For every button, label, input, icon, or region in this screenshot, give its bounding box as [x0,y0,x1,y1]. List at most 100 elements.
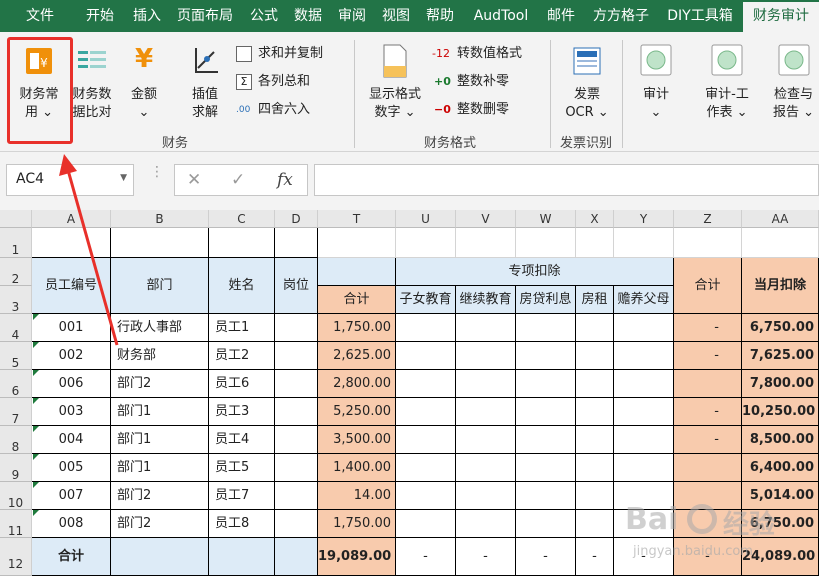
cell-deduction[interactable] [576,454,614,482]
cell-empty[interactable] [674,228,742,258]
tab-diy[interactable]: DIY工具箱 [660,0,740,32]
cell-deduction[interactable] [456,398,516,426]
column-header[interactable]: B [111,210,209,228]
tab-fangfang[interactable]: 方方格子 [586,0,656,32]
header-sub[interactable]: 继续教育 [456,286,516,314]
tab-home[interactable]: 开始 [76,0,124,32]
cell-deduction[interactable] [396,370,456,398]
cancel-icon[interactable]: ✕ [187,170,201,190]
cell-emp-id[interactable]: 005 [32,454,111,482]
row-header[interactable]: 12 [0,538,32,576]
cell-dept[interactable]: 部门1 [111,454,209,482]
header-sub[interactable]: 房贷利息 [516,286,576,314]
finance-compare-button[interactable]: 财务数 据比对 [66,40,118,124]
header-total2[interactable]: 合计 [674,258,742,314]
cell-deduction[interactable] [396,454,456,482]
cell-dept[interactable]: 部门1 [111,398,209,426]
cell-empty[interactable] [576,228,614,258]
cell-name[interactable]: 员工8 [209,510,275,538]
column-header[interactable]: Z [674,210,742,228]
cell-total[interactable]: 1,400.00 [318,454,396,482]
cell-monthly[interactable]: 7,625.00 [742,342,819,370]
invoice-ocr-button[interactable]: 发票 OCR ⌄ [558,40,616,124]
cell-deduction[interactable] [456,510,516,538]
formula-input[interactable] [314,164,819,196]
cell-emp-id[interactable]: 001 [32,314,111,342]
cell-deduction[interactable] [396,510,456,538]
column-header[interactable]: V [456,210,516,228]
cell-dept[interactable]: 部门2 [111,482,209,510]
cell-dept[interactable]: 部门2 [111,370,209,398]
cell-deduction[interactable] [614,314,674,342]
total-label[interactable]: 合计 [32,538,111,576]
cell-name[interactable]: 员工2 [209,342,275,370]
cell-deduction[interactable] [576,510,614,538]
column-header[interactable]: Y [614,210,674,228]
row-header[interactable]: 10 [0,482,32,510]
row-header[interactable]: 6 [0,370,32,398]
header-t-top[interactable] [318,258,396,286]
cell-emp-id[interactable]: 004 [32,426,111,454]
total-empty[interactable] [209,538,275,576]
total-dash[interactable]: - [456,538,516,576]
cell-post[interactable] [275,482,318,510]
cell-deduction[interactable] [614,398,674,426]
name-box[interactable]: AC4 ▼ [6,164,134,196]
cell-monthly[interactable]: 10,250.00 [742,398,819,426]
round-button[interactable]: .00 四舍六入 [236,100,346,120]
select-all-corner[interactable] [0,210,32,228]
row-header[interactable]: 3 [0,286,32,314]
column-header[interactable]: D [275,210,318,228]
header-special[interactable]: 专项扣除 [396,258,674,286]
cell-post[interactable] [275,510,318,538]
column-header[interactable]: A [32,210,111,228]
cell-post[interactable] [275,398,318,426]
display-format-button[interactable]: 显示格式 数字 ⌄ [362,40,428,124]
cell-total2[interactable] [674,454,742,482]
total-dash[interactable]: - [516,538,576,576]
cell-name[interactable]: 员工4 [209,426,275,454]
cell-empty[interactable] [209,228,275,258]
cell-post[interactable] [275,342,318,370]
cell-deduction[interactable] [516,426,576,454]
cell-dept[interactable]: 部门2 [111,510,209,538]
audit-button[interactable]: 审计 ⌄ [630,40,682,124]
cell-deduction[interactable] [516,454,576,482]
header-sub[interactable]: 赡养父母 [614,286,674,314]
row-header[interactable]: 8 [0,426,32,454]
tab-help[interactable]: 帮助 [419,0,461,32]
drag-handle-icon[interactable]: ⋮ [150,165,164,192]
header-monthly[interactable]: 当月扣除 [742,258,819,314]
cell-total2[interactable]: - [674,398,742,426]
cell-deduction[interactable] [576,342,614,370]
cell-deduction[interactable] [576,370,614,398]
header-name[interactable]: 姓名 [209,258,275,314]
column-header[interactable]: W [516,210,576,228]
cell-empty[interactable] [614,228,674,258]
cell-emp-id[interactable]: 007 [32,482,111,510]
check-report-button[interactable]: 检查与 报告 ⌄ [768,40,819,124]
total-dash[interactable]: - [576,538,614,576]
cell-name[interactable]: 员工3 [209,398,275,426]
cell-name[interactable]: 员工5 [209,454,275,482]
header-post[interactable]: 岗位 [275,258,318,314]
cell-name[interactable]: 员工7 [209,482,275,510]
cell-dept[interactable]: 行政人事部 [111,314,209,342]
cell-deduction[interactable] [456,426,516,454]
cell-total2[interactable]: - [674,314,742,342]
cell-emp-id[interactable]: 002 [32,342,111,370]
header-total[interactable]: 合计 [318,286,396,314]
cell-post[interactable] [275,314,318,342]
cell-post[interactable] [275,370,318,398]
cell-empty[interactable] [516,228,576,258]
cell-monthly[interactable]: 8,500.00 [742,426,819,454]
tab-formulas[interactable]: 公式 [243,0,285,32]
cell-monthly[interactable]: 6,750.00 [742,314,819,342]
cell-deduction[interactable] [576,398,614,426]
tab-mail[interactable]: 邮件 [540,0,582,32]
amount-button[interactable]: ¥ 金额 ⌄ [122,40,166,124]
cell-name[interactable]: 员工1 [209,314,275,342]
column-header[interactable]: C [209,210,275,228]
row-header[interactable]: 4 [0,314,32,342]
cell-total2[interactable]: - [674,342,742,370]
